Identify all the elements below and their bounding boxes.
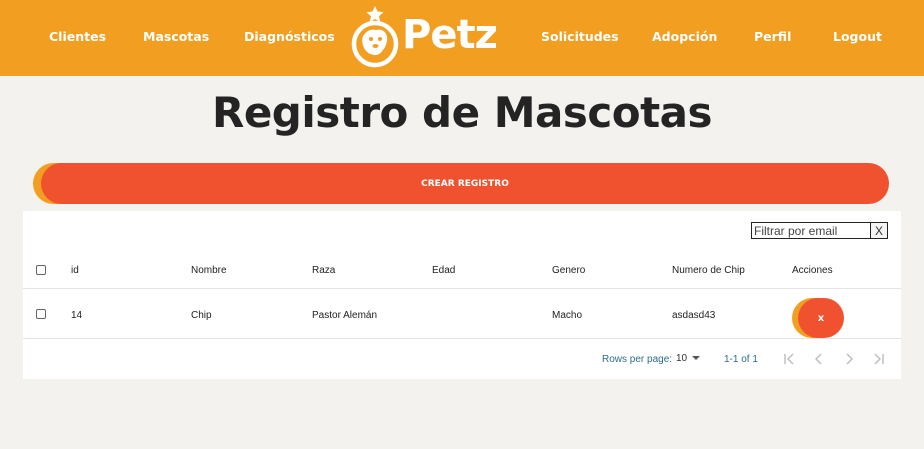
page-title: Registro de Mascotas bbox=[211, 88, 713, 137]
caret-down-icon bbox=[692, 356, 701, 361]
rows-per-page-value: 10 bbox=[676, 353, 688, 364]
nav-link-diagnosticos[interactable]: Diagnósticos bbox=[244, 29, 335, 44]
rows-per-page-select[interactable]: 10 bbox=[676, 353, 701, 364]
cell-chip: asdasd43 bbox=[672, 310, 716, 321]
create-record-button[interactable]: CREAR REGISTRO bbox=[41, 163, 889, 204]
previous-page-icon[interactable] bbox=[811, 351, 827, 367]
nav-link-mascotas[interactable]: Mascotas bbox=[143, 29, 209, 44]
column-header-raza[interactable]: Raza bbox=[312, 265, 335, 276]
select-all-checkbox[interactable] bbox=[36, 265, 46, 275]
cell-id: 14 bbox=[71, 310, 83, 321]
column-header-nombre[interactable]: Nombre bbox=[191, 265, 227, 276]
column-header-edad[interactable]: Edad bbox=[432, 265, 455, 276]
next-page-icon[interactable] bbox=[841, 351, 857, 367]
nav-link-clientes[interactable]: Clientes bbox=[49, 29, 106, 44]
cell-raza: Pastor Alemán bbox=[312, 310, 378, 321]
logo-text: Petz bbox=[402, 12, 498, 58]
column-header-id[interactable]: id bbox=[71, 265, 79, 276]
row-divider bbox=[23, 338, 901, 339]
nav-link-solicitudes[interactable]: Solicitudes bbox=[541, 29, 619, 44]
column-header-acciones: Acciones bbox=[792, 265, 833, 276]
clear-filter-button[interactable]: X bbox=[870, 222, 888, 239]
column-header-genero[interactable]: Genero bbox=[552, 265, 585, 276]
pet-logo-icon bbox=[351, 6, 399, 68]
column-header-chip[interactable]: Numero de Chip bbox=[672, 265, 745, 276]
navbar: Clientes Mascotas Diagnósticos Petz Soli… bbox=[0, 0, 924, 76]
delete-row-button[interactable]: x bbox=[798, 298, 844, 338]
nav-link-perfil[interactable]: Perfil bbox=[754, 29, 791, 44]
nav-link-adopcion[interactable]: Adopción bbox=[652, 29, 717, 44]
row-checkbox[interactable] bbox=[36, 309, 46, 319]
cell-nombre: Chip bbox=[191, 310, 212, 321]
pagination-range: 1-1 of 1 bbox=[724, 354, 758, 365]
cell-genero: Macho bbox=[552, 310, 583, 321]
pets-table: X id Nombre Raza Edad Genero Numero de C… bbox=[23, 211, 901, 379]
last-page-icon[interactable] bbox=[871, 351, 887, 367]
petz-logo[interactable]: Petz bbox=[350, 6, 510, 68]
email-filter-input[interactable] bbox=[751, 222, 871, 239]
nav-link-logout[interactable]: Logout bbox=[833, 29, 882, 44]
header-divider bbox=[23, 288, 901, 289]
first-page-icon[interactable] bbox=[781, 351, 797, 367]
rows-per-page-label: Rows per page: bbox=[602, 354, 673, 365]
